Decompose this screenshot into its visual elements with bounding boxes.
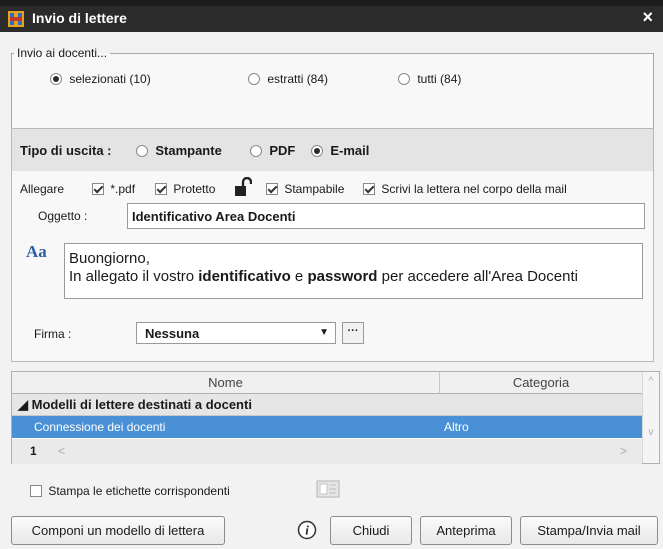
table-row[interactable]: Connessione dei docenti Altro [12, 416, 642, 438]
radio-all[interactable]: tutti (84) [398, 72, 461, 86]
vertical-scrollbar[interactable]: ^ v [642, 372, 659, 463]
subject-input[interactable]: Identificativo Area Docenti [127, 203, 645, 229]
checkbox-label: Stampa le etichette corrispondenti [48, 484, 230, 498]
chevron-down-icon: ▼ [319, 327, 329, 338]
radio-label: Stampante [155, 143, 222, 158]
checkbox-printable[interactable]: Stampabile [266, 182, 344, 196]
recipients-group: Invio ai docenti... selezionati (10) est… [11, 46, 654, 134]
checkbox-icon [92, 183, 104, 195]
output-type-bar: Tipo di uscita : Stampante PDF E-mail [12, 129, 653, 171]
subject-label: Oggetto : [38, 209, 88, 223]
close-icon[interactable]: × [642, 7, 653, 28]
info-icon[interactable]: i [297, 520, 317, 540]
output-panel: Tipo di uscita : Stampante PDF E-mail Al… [11, 128, 654, 362]
preview-button[interactable]: Anteprima [420, 516, 512, 545]
radio-email[interactable]: E-mail [311, 143, 369, 158]
unlock-icon[interactable] [234, 177, 252, 197]
svg-text:i: i [305, 523, 309, 538]
radio-icon [250, 145, 262, 157]
labels-checkbox[interactable]: Stampa le etichette corrispondenti [30, 484, 230, 498]
chevron-up-icon[interactable]: ^ [643, 376, 659, 387]
title-bar: Invio di lettere × [0, 0, 663, 32]
dialog-body: Invio ai docenti... selezionati (10) est… [0, 32, 663, 549]
print-send-button[interactable]: Stampa/Invia mail [520, 516, 658, 545]
column-header-category[interactable]: Categoria [440, 372, 642, 394]
close-button[interactable]: Chiudi [330, 516, 412, 545]
checkbox-pdf[interactable]: *.pdf [92, 182, 135, 196]
row-category: Altro [444, 420, 469, 434]
labels-icon[interactable] [316, 480, 340, 498]
checkbox-label: *.pdf [110, 182, 136, 196]
checkbox-icon [266, 183, 278, 195]
radio-pdf[interactable]: PDF [250, 143, 295, 158]
row-name: Connessione dei docenti [34, 420, 166, 434]
checkbox-icon [30, 485, 42, 497]
radio-label: estratti (84) [267, 72, 329, 86]
body-line-1: Buongiorno, [69, 250, 150, 267]
radio-printer[interactable]: Stampante [136, 143, 222, 158]
page-number: 1 [30, 444, 37, 458]
checkbox-icon [363, 183, 375, 195]
radio-icon [398, 73, 410, 85]
radio-label: PDF [269, 143, 296, 158]
radio-label: selezionati (10) [69, 72, 151, 86]
checkbox-icon [155, 183, 167, 195]
checkbox-body-mail[interactable]: Scrivi la lettera nel corpo della mail [363, 182, 567, 196]
recipients-legend: Invio ai docenti... [17, 46, 108, 60]
checkbox-protected[interactable]: Protetto [155, 182, 215, 196]
output-type-label: Tipo di uscita : [20, 143, 112, 158]
radio-icon [136, 145, 148, 157]
group-label: Modelli di lettere destinati a docenti [31, 397, 252, 412]
radio-extracted[interactable]: estratti (84) [248, 72, 328, 86]
mail-body-editor[interactable]: Buongiorno, In allegato il vostro identi… [64, 243, 643, 299]
signature-value: Nessuna [145, 326, 200, 341]
signature-label: Firma : [34, 327, 72, 341]
signature-more-button[interactable]: ··· [342, 322, 364, 344]
window-title: Invio di lettere [32, 10, 127, 26]
app-icon [8, 11, 24, 27]
radio-selected[interactable]: selezionati (10) [50, 72, 151, 86]
radio-label: tutti (84) [417, 72, 462, 86]
signature-select[interactable]: Nessuna ▼ [136, 322, 336, 344]
attach-label: Allegare [20, 182, 65, 196]
radio-label: E-mail [330, 143, 370, 158]
checkbox-label: Stampabile [284, 182, 345, 196]
subject-value: Identificativo Area Docenti [132, 209, 296, 224]
chevron-left-icon[interactable]: < [58, 439, 65, 464]
column-header-name[interactable]: Nome [12, 372, 440, 394]
pager-bar: 1 < > [12, 439, 642, 464]
templates-table: Nome Categoria ◢ Modelli di lettere dest… [11, 371, 660, 464]
checkbox-label: Protetto [173, 182, 216, 196]
font-format-icon[interactable]: Aa [26, 242, 47, 262]
chevron-down-icon[interactable]: v [643, 427, 659, 438]
body-line-2: In allegato il vostro identificativo e p… [69, 268, 578, 285]
compose-template-button[interactable]: Componi un modello di lettera [11, 516, 225, 545]
table-group-row[interactable]: ◢ Modelli di lettere destinati a docenti [12, 394, 642, 416]
checkbox-label: Scrivi la lettera nel corpo della mail [381, 182, 567, 196]
chevron-right-icon[interactable]: > [620, 439, 627, 464]
radio-icon [248, 73, 260, 85]
radio-icon [311, 145, 323, 157]
radio-icon [50, 73, 62, 85]
collapse-triangle-icon[interactable]: ◢ [18, 397, 28, 412]
